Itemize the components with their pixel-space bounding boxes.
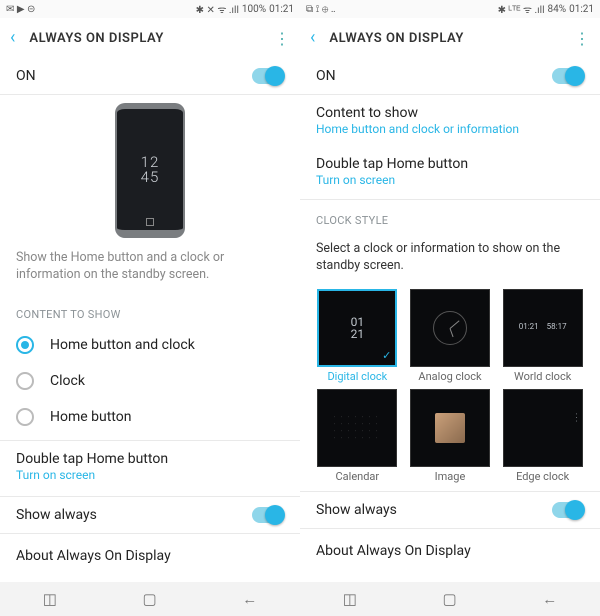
- tile-analog-clock[interactable]: Analog clock: [407, 289, 494, 383]
- double-tap-setting[interactable]: Double tap Home button Turn on screen: [300, 146, 600, 200]
- master-toggle-row[interactable]: ON: [300, 58, 600, 95]
- radio-label: Home button and clock: [50, 337, 195, 353]
- show-always-label: Show always: [316, 502, 397, 518]
- master-toggle[interactable]: [552, 68, 584, 84]
- radio-icon: [16, 372, 34, 390]
- radio-clock[interactable]: Clock: [0, 363, 300, 399]
- tile-world-clock[interactable]: 01:21 58:17 World clock: [499, 289, 586, 383]
- clock-style-label: CLOCK STYLE: [300, 200, 600, 233]
- content-to-show-setting[interactable]: Content to show Home button and clock or…: [300, 95, 600, 146]
- radio-home-button-and-clock[interactable]: Home button and clock: [0, 327, 300, 363]
- setting-title: Double tap Home button: [16, 451, 284, 467]
- tile-caption: World clock: [514, 370, 571, 383]
- back-icon[interactable]: ‹: [310, 29, 315, 47]
- setting-subtitle: Turn on screen: [316, 173, 584, 187]
- double-tap-setting[interactable]: Double tap Home button Turn on screen: [0, 441, 300, 497]
- status-right-icons: ✱ ᴸᵀᴱ ᯤ .ıll: [498, 2, 545, 16]
- radio-icon: [16, 336, 34, 354]
- setting-title: Content to show: [316, 105, 584, 121]
- clock-style-description: Select a clock or information to show on…: [300, 233, 600, 285]
- clock-style-grid: 01 21 ✓ Digital clock Analog clock 01:21…: [300, 285, 600, 491]
- status-battery: 100%: [242, 4, 266, 15]
- home-icon[interactable]: ▢: [442, 590, 456, 608]
- page-title: ALWAYS ON DISPLAY: [29, 31, 260, 46]
- show-always-row[interactable]: Show always: [300, 491, 600, 529]
- back-nav-icon[interactable]: ←: [242, 590, 257, 608]
- back-icon[interactable]: ‹: [10, 29, 15, 47]
- nav-bar: ◫ ▢ ←: [300, 582, 600, 616]
- master-toggle[interactable]: [252, 68, 284, 84]
- radio-label: Clock: [50, 373, 85, 389]
- status-time: 01:21: [269, 4, 294, 15]
- show-always-toggle[interactable]: [252, 507, 284, 523]
- content-to-show-label: CONTENT TO SHOW: [0, 294, 300, 327]
- tile-image[interactable]: Image: [407, 389, 494, 483]
- page-title: ALWAYS ON DISPLAY: [329, 31, 560, 46]
- more-icon[interactable]: ⋮: [574, 29, 590, 48]
- status-left-icons: ✉ ▶ ⊝: [6, 4, 35, 15]
- tile-caption: Edge clock: [516, 470, 569, 483]
- setting-subtitle: Turn on screen: [16, 468, 284, 482]
- radio-label: Home button: [50, 409, 131, 425]
- tile-caption: Digital clock: [327, 370, 387, 383]
- home-icon[interactable]: ▢: [142, 590, 156, 608]
- app-header: ‹ ALWAYS ON DISPLAY ⋮: [300, 18, 600, 58]
- check-icon: ✓: [382, 349, 391, 362]
- recents-icon[interactable]: ◫: [343, 590, 357, 608]
- tile-edge-clock[interactable]: · · · Edge clock: [499, 389, 586, 483]
- preview-description: Show the Home button and a clock or info…: [0, 242, 300, 294]
- radio-home-button[interactable]: Home button: [0, 399, 300, 441]
- status-bar: ⧉ ⟟ ⊕ ‥ ✱ ᴸᵀᴱ ᯤ .ıll 84% 01:21: [300, 0, 600, 18]
- more-icon[interactable]: ⋮: [274, 29, 290, 48]
- show-always-toggle[interactable]: [552, 502, 584, 518]
- tile-caption: Calendar: [336, 470, 380, 483]
- about-row[interactable]: About Always On Display: [300, 529, 600, 573]
- back-nav-icon[interactable]: ←: [542, 590, 557, 608]
- setting-title: Double tap Home button: [316, 156, 584, 172]
- status-bar: ✉ ▶ ⊝ ✱ ✕ ᯤ .ıll 100% 01:21: [0, 0, 300, 18]
- master-toggle-row[interactable]: ON: [0, 58, 300, 95]
- tile-calendar[interactable]: ······· ······· ······· ······· Calendar: [314, 389, 401, 483]
- recents-icon[interactable]: ◫: [43, 590, 57, 608]
- status-right-icons: ✱ ✕ ᯤ .ıll: [196, 2, 239, 16]
- show-always-row[interactable]: Show always: [0, 497, 300, 534]
- setting-subtitle: Home button and clock or information: [316, 122, 584, 136]
- nav-bar: ◫ ▢ ←: [0, 582, 300, 616]
- on-label: ON: [316, 68, 336, 84]
- show-always-label: Show always: [16, 507, 97, 523]
- tile-digital-clock[interactable]: 01 21 ✓ Digital clock: [314, 289, 401, 383]
- tile-caption: Image: [435, 470, 466, 483]
- status-battery: 84%: [548, 4, 567, 15]
- about-row[interactable]: About Always On Display: [0, 534, 300, 578]
- radio-icon: [16, 408, 34, 426]
- status-time: 01:21: [569, 4, 594, 15]
- status-left-icons: ⧉ ⟟ ⊕ ‥: [306, 4, 336, 15]
- app-header: ‹ ALWAYS ON DISPLAY ⋮: [0, 18, 300, 58]
- on-label: ON: [16, 68, 36, 84]
- phone-preview: 12 45: [0, 95, 300, 242]
- tile-caption: Analog clock: [418, 370, 481, 383]
